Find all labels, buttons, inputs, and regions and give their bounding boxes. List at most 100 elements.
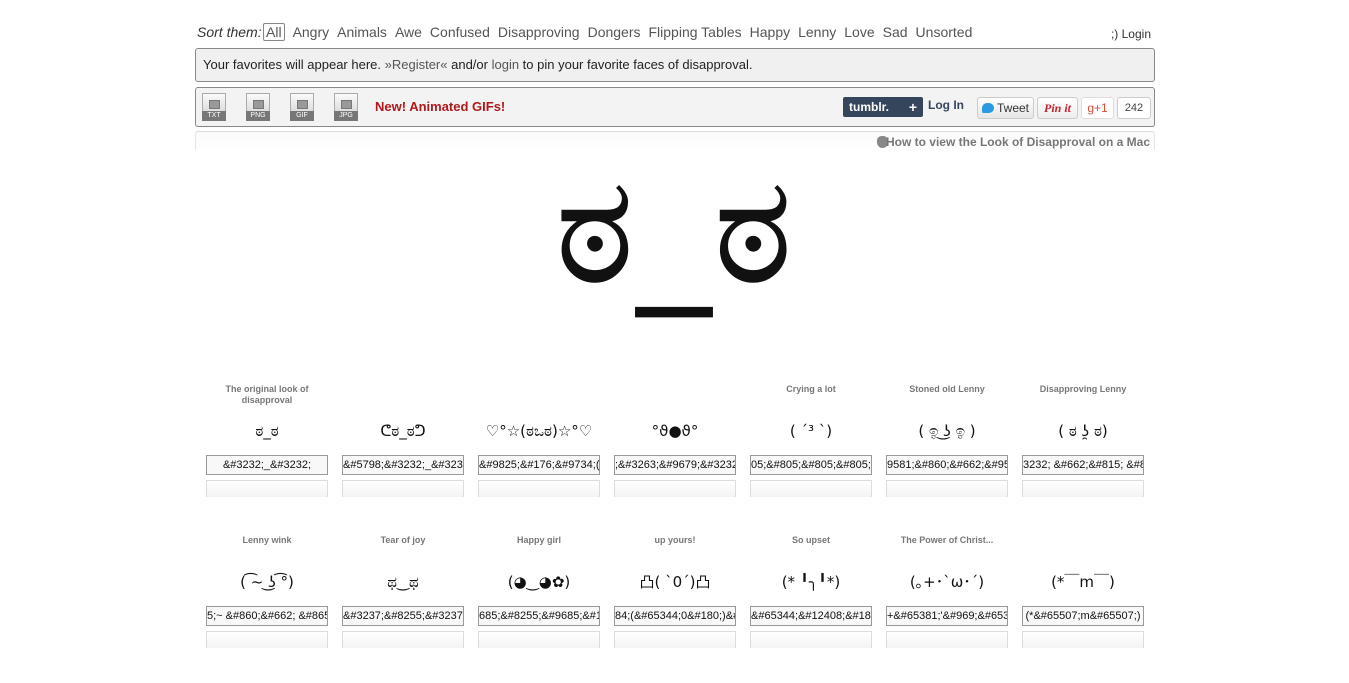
face-card-footer bbox=[1022, 631, 1144, 648]
face-card-footer bbox=[206, 631, 328, 648]
face-html-code-field[interactable]: 84;(&#65344;0&#180;)&# bbox=[614, 606, 736, 626]
twitter-bird-icon bbox=[982, 103, 994, 113]
face-card: The original look of disapproval ಠ_ಠ &#3… bbox=[206, 384, 328, 504]
face-card-footer bbox=[342, 480, 464, 497]
face-card-footer bbox=[614, 631, 736, 648]
face-text[interactable]: ಥ‿ಥ bbox=[342, 572, 464, 592]
category-lenny[interactable]: Lenny bbox=[798, 24, 836, 42]
face-card-footer bbox=[614, 480, 736, 497]
tweet-button[interactable]: Tweet bbox=[977, 97, 1034, 119]
face-card-footer bbox=[206, 480, 328, 497]
face-text[interactable]: ( ಠ ʖ̯ ಠ) bbox=[1022, 421, 1144, 441]
face-card: °ϑ●ϑ° ;&#3263;&#9679;&#3232; bbox=[614, 384, 736, 504]
favorites-text: Your favorites will appear here. bbox=[203, 57, 385, 72]
login-link[interactable]: ;) Login bbox=[1111, 27, 1151, 41]
face-text[interactable]: ᕦಠ_ಠᕤ bbox=[342, 421, 464, 441]
google-plus-button[interactable]: g+1 bbox=[1081, 97, 1114, 119]
google-plus-count: 242 bbox=[1117, 97, 1151, 119]
face-title: Disapproving Lenny bbox=[1039, 384, 1127, 394]
face-text[interactable]: 凸( `0´)凸 bbox=[614, 572, 736, 592]
download-gif-button[interactable]: GIF bbox=[290, 93, 314, 122]
face-html-code-field[interactable]: &#3237;&#8255;&#3237; bbox=[342, 606, 464, 626]
face-text[interactable]: (* ╹╮╹*) bbox=[750, 572, 872, 592]
face-card: Disapproving Lenny ( ಠ ʖ̯ ಠ) 3232; &#662… bbox=[1022, 384, 1144, 504]
animated-gifs-link[interactable]: New! Animated GIFs! bbox=[375, 99, 505, 114]
face-text[interactable]: ( ˊ³ ˋ) bbox=[750, 421, 872, 441]
face-title: So upset bbox=[791, 535, 830, 545]
face-card: So upset (* ╹╮╹*) &#65344;&#12408;&#180 bbox=[750, 535, 872, 655]
face-html-code-field[interactable]: &#9825;&#176;&#9734;(&#3232; bbox=[478, 455, 600, 475]
face-html-code-field[interactable]: 5;~ &#860;&#662; &#865; bbox=[206, 606, 328, 626]
register-link[interactable]: »Register« bbox=[385, 57, 448, 72]
category-happy[interactable]: Happy bbox=[750, 24, 790, 42]
face-card: (*￣m￣) (*&#65507;m&#65507;) bbox=[1022, 535, 1144, 655]
hero-face: ಠ_ಠ bbox=[555, 144, 795, 318]
face-card: Crying a lot ( ˊ³ ˋ) 05;&#805;&#805;&#80… bbox=[750, 384, 872, 504]
face-card-footer bbox=[886, 480, 1008, 497]
txt-label: TXT bbox=[202, 111, 226, 121]
face-html-code-field[interactable]: 9581;&#860;&#662;&#95 bbox=[886, 455, 1008, 475]
face-card: Lenny wink ( ͡~ ͜ʖ ͡°) 5;~ &#860;&#662; … bbox=[206, 535, 328, 655]
download-share-toolbar: TXT PNG GIF JPG New! Animated GIFs! tumb… bbox=[195, 87, 1155, 127]
face-card-footer bbox=[342, 631, 464, 648]
face-html-code-field[interactable]: &#3232;_&#3232; bbox=[206, 455, 328, 475]
tumblr-login-link[interactable]: Log In bbox=[928, 98, 964, 112]
face-html-code-field[interactable]: 05;&#805;&#805;&#805;&# bbox=[750, 455, 872, 475]
face-card-footer bbox=[750, 631, 872, 648]
face-card-footer bbox=[750, 480, 872, 497]
category-disapproving[interactable]: Disapproving bbox=[498, 24, 580, 42]
favorites-message: Your favorites will appear here. »Regist… bbox=[203, 49, 752, 81]
category-awe[interactable]: Awe bbox=[395, 24, 422, 42]
png-label: PNG bbox=[246, 111, 270, 121]
face-text[interactable]: (◕‿◕✿) bbox=[478, 572, 600, 592]
face-card-footer bbox=[478, 631, 600, 648]
face-text[interactable]: ( ඉ ͜ʖ ඉ ) bbox=[886, 421, 1008, 441]
face-html-code-field[interactable]: &#5798;&#3232;_&#3232;&#5796; bbox=[342, 455, 464, 475]
face-card: Stoned old Lenny ( ඉ ͜ʖ ඉ ) 9581;&#860;&… bbox=[886, 384, 1008, 504]
face-title: Lenny wink bbox=[242, 535, 292, 545]
face-text[interactable]: (｡+･`ω･´) bbox=[886, 572, 1008, 592]
face-card: Tear of joy ಥ‿ಥ &#3237;&#8255;&#3237; bbox=[342, 535, 464, 655]
sort-label: Sort them: bbox=[197, 24, 262, 40]
face-text[interactable]: (*￣m￣) bbox=[1022, 572, 1144, 592]
favorites-and-or: and/or bbox=[447, 57, 492, 72]
favorites-text-end: to pin your favorite faces of disapprova… bbox=[519, 57, 753, 72]
face-html-code-field[interactable]: 3232; &#662;&#815; &#8 bbox=[1022, 455, 1144, 475]
tumblr-share-button[interactable]: tumblr. + bbox=[843, 97, 923, 117]
category-sad[interactable]: Sad bbox=[883, 24, 908, 42]
face-html-code-field[interactable]: 685;&#8255;&#9685;&#1 bbox=[478, 606, 600, 626]
face-text[interactable]: °ϑ●ϑ° bbox=[614, 421, 736, 441]
category-animals[interactable]: Animals bbox=[337, 24, 387, 42]
face-html-code-field[interactable]: &#65344;&#12408;&#180 bbox=[750, 606, 872, 626]
download-txt-button[interactable]: TXT bbox=[202, 93, 226, 122]
face-html-code-field[interactable]: +&#65381;'&#969;&#653 bbox=[886, 606, 1008, 626]
category-love[interactable]: Love bbox=[844, 24, 874, 42]
tumblr-label: tumblr. bbox=[849, 100, 890, 114]
category-flipping-tables[interactable]: Flipping Tables bbox=[649, 24, 742, 42]
jpg-label: JPG bbox=[334, 111, 358, 121]
plus-icon: + bbox=[908, 99, 917, 115]
face-title: The Power of Christ... bbox=[900, 535, 994, 545]
face-html-code-field[interactable]: (*&#65507;m&#65507;) bbox=[1022, 606, 1144, 626]
face-card: up yours! 凸( `0´)凸 84;(&#65344;0&#180;)&… bbox=[614, 535, 736, 655]
category-confused[interactable]: Confused bbox=[430, 24, 490, 42]
face-text[interactable]: ♡°☆(ಠಒಠ)☆°♡ bbox=[478, 421, 600, 441]
face-html-code-field[interactable]: ;&#3263;&#9679;&#3232; bbox=[614, 455, 736, 475]
face-card-footer bbox=[478, 480, 600, 497]
category-dongers[interactable]: Dongers bbox=[588, 24, 641, 42]
category-angry[interactable]: Angry bbox=[293, 24, 330, 42]
category-unsorted[interactable]: Unsorted bbox=[916, 24, 973, 42]
face-card: Happy girl (◕‿◕✿) 685;&#8255;&#9685;&#1 bbox=[478, 535, 600, 655]
pinit-button[interactable]: Pin it bbox=[1037, 97, 1078, 119]
favorites-login-link[interactable]: login bbox=[492, 57, 519, 72]
download-jpg-button[interactable]: JPG bbox=[334, 93, 358, 122]
mac-help-link[interactable]: How to view the Look of Disapproval on a… bbox=[886, 135, 1150, 149]
face-text[interactable]: ( ͡~ ͜ʖ ͡°) bbox=[206, 572, 328, 592]
download-png-button[interactable]: PNG bbox=[246, 93, 270, 122]
face-title: up yours! bbox=[654, 535, 696, 545]
category-all[interactable]: All bbox=[263, 23, 285, 41]
face-card: ᕦಠ_ಠᕤ &#5798;&#3232;_&#3232;&#5796; bbox=[342, 384, 464, 504]
face-text[interactable]: ಠ_ಠ bbox=[206, 421, 328, 441]
category-list: All Angry Animals Awe Confused Disapprov… bbox=[263, 23, 980, 42]
face-title: Stoned old Lenny bbox=[909, 384, 985, 394]
